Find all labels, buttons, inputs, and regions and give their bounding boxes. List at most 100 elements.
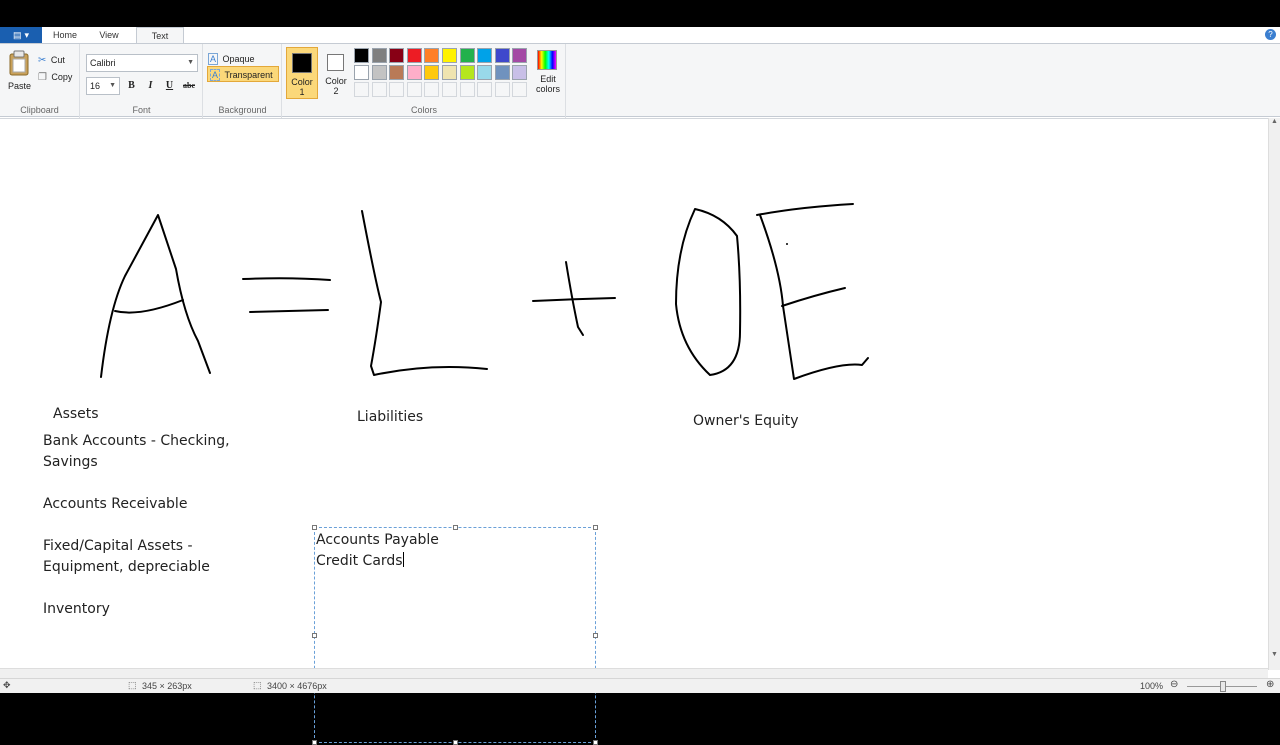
tab-text[interactable]: Text <box>136 27 184 44</box>
palette-swatch[interactable] <box>406 65 422 80</box>
text-caret <box>402 552 404 567</box>
palette-swatch[interactable] <box>442 65 457 80</box>
assets-heading: Assets <box>53 406 99 422</box>
ribbon-tab-bar: ▤ ▾ Home View Text ? <box>0 27 1280 44</box>
transparent-label: Transparent <box>224 70 273 80</box>
color1-button[interactable]: Color 1 <box>286 47 318 99</box>
zoom-slider-thumb[interactable] <box>1220 681 1226 692</box>
letter-e-middle-stroke <box>781 287 846 307</box>
custom-color-slot[interactable] <box>442 82 457 97</box>
paint-window: ▤ ▾ Home View Text ? Paste ✂ Cut ❐ Copy … <box>0 27 1280 745</box>
palette-swatch[interactable] <box>424 48 440 63</box>
font-group: Calibri ▼ 16 ▼ B I U abc Font <box>81 44 203 118</box>
copy-icon: ❐ <box>38 72 47 83</box>
custom-color-slot[interactable] <box>477 82 493 97</box>
image-size-icon: ⬚ <box>253 680 262 690</box>
assets-line: Accounts Receivable <box>43 496 188 512</box>
cut-button[interactable]: ✂ Cut <box>38 50 65 68</box>
transparent-icon: A <box>210 69 221 81</box>
liabilities-heading: Liabilities <box>357 409 424 425</box>
resize-handle[interactable] <box>593 525 598 530</box>
font-group-label: Font <box>132 105 151 115</box>
status-bar: ✥ ⬚ 345 × 263px ⬚ 3400 × 4676px 100% ⊖ ⊕ <box>0 678 1280 693</box>
custom-color-slot[interactable] <box>406 82 422 97</box>
selection-size: 345 × 263px <box>142 681 192 691</box>
tab-home[interactable]: Home <box>45 27 85 43</box>
color2-label-line2: 2 <box>333 86 339 96</box>
palette-swatch[interactable] <box>389 65 405 80</box>
palette-swatch[interactable] <box>494 65 510 80</box>
paste-button[interactable]: Paste <box>4 48 34 96</box>
tab-view[interactable]: View <box>88 27 130 43</box>
resize-handle[interactable] <box>312 740 317 745</box>
resize-handle[interactable] <box>593 633 598 638</box>
italic-button[interactable]: I <box>142 77 159 94</box>
assets-line: Inventory <box>43 601 110 617</box>
letter-a-crossbar <box>114 299 184 314</box>
custom-color-slot[interactable] <box>459 82 475 97</box>
colors-group-label: Colors <box>410 105 437 115</box>
resize-handle[interactable] <box>593 740 598 745</box>
background-group: A Opaque A Transparent Background <box>204 44 282 118</box>
resize-handle[interactable] <box>453 525 458 530</box>
palette-swatch[interactable] <box>459 65 475 80</box>
drawing-canvas[interactable]: Assets Bank Accounts - Checking, Savings A… <box>0 118 1280 745</box>
palette-swatch[interactable] <box>371 65 387 80</box>
palette-swatch[interactable] <box>371 48 387 63</box>
edit-colors-button[interactable]: Edit colors <box>532 48 564 100</box>
liabilities-line: Credit Cards <box>316 552 404 569</box>
opaque-button[interactable]: A Opaque <box>208 49 278 65</box>
background-group-label: Background <box>218 105 267 115</box>
palette-swatch[interactable] <box>354 65 369 80</box>
copy-button[interactable]: ❐ Copy <box>38 67 72 85</box>
palette-swatch[interactable] <box>477 65 493 80</box>
color1-label-line2: 1 <box>299 87 305 97</box>
scroll-up-icon[interactable]: ▲ <box>1269 118 1280 125</box>
zoom-out-icon[interactable]: ⊖ <box>1170 679 1178 690</box>
palette-swatch[interactable] <box>512 48 528 63</box>
palette-swatch[interactable] <box>477 48 493 63</box>
resize-handle[interactable] <box>453 740 458 745</box>
letter-e-top-stroke <box>756 203 854 216</box>
clipboard-group: Paste ✂ Cut ❐ Copy Clipboard <box>0 44 80 118</box>
palette-swatch[interactable] <box>424 65 440 80</box>
scissors-icon: ✂ <box>38 55 47 66</box>
font-size-select[interactable]: 16 ▼ <box>86 77 120 95</box>
custom-color-slot[interactable] <box>389 82 405 97</box>
palette-swatch[interactable] <box>406 48 422 63</box>
clipboard-icon <box>9 50 29 76</box>
underline-button[interactable]: U <box>161 77 178 94</box>
strikethrough-button[interactable]: abc <box>180 77 198 94</box>
opaque-label: Opaque <box>222 54 255 64</box>
assets-line: Savings <box>43 454 98 470</box>
palette-swatch[interactable] <box>354 48 369 63</box>
custom-color-slot[interactable] <box>354 82 369 97</box>
custom-color-slot[interactable] <box>371 82 387 97</box>
custom-color-slot[interactable] <box>424 82 440 97</box>
font-size-value: 16 <box>90 81 101 91</box>
custom-color-slot[interactable] <box>512 82 528 97</box>
color-palette <box>354 48 532 100</box>
color2-button[interactable]: Color 2 <box>320 47 352 99</box>
resize-handle[interactable] <box>312 633 317 638</box>
edit-colors-line1: Edit <box>540 74 556 84</box>
zoom-in-icon[interactable]: ⊕ <box>1266 679 1274 690</box>
horizontal-scrollbar[interactable] <box>0 668 1268 678</box>
palette-swatch[interactable] <box>389 48 405 63</box>
palette-swatch[interactable] <box>494 48 510 63</box>
font-family-select[interactable]: Calibri ▼ <box>86 54 198 72</box>
bold-button[interactable]: B <box>123 77 140 94</box>
vertical-scrollbar[interactable]: ▲ ▼ <box>1268 118 1280 670</box>
custom-color-slot[interactable] <box>494 82 510 97</box>
help-icon[interactable]: ? <box>1265 29 1276 40</box>
file-menu-button[interactable]: ▤ ▾ <box>0 27 42 43</box>
transparent-button[interactable]: A Transparent <box>207 66 279 82</box>
color-spectrum-icon <box>537 50 557 70</box>
palette-swatch[interactable] <box>512 65 528 80</box>
liabilities-list[interactable]: Accounts Payable Credit Cards <box>316 530 439 572</box>
palette-swatch[interactable] <box>459 48 475 63</box>
scroll-down-icon[interactable]: ▼ <box>1269 651 1280 658</box>
image-size: 3400 × 4676px <box>267 681 327 691</box>
active-text-box[interactable]: Accounts Payable Credit Cards <box>312 525 598 745</box>
palette-swatch[interactable] <box>442 48 457 63</box>
